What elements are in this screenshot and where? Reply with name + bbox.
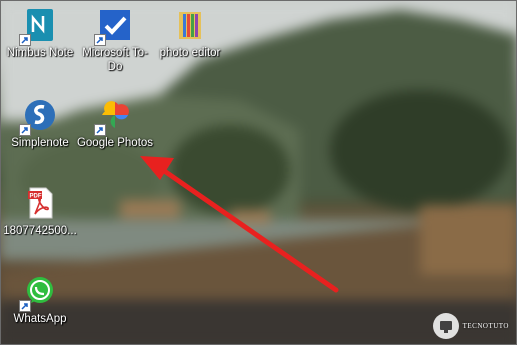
icon-label: Microsoft To-Do [82,47,148,73]
watermark-text: TECNOTUTO [462,322,509,330]
desktop-icon-photo-editor[interactable]: photo editor [150,8,230,60]
desktop-icon-simplenote[interactable]: Simplenote [0,98,80,150]
shortcut-arrow-icon [19,300,31,312]
icon-label: Simplenote [11,137,69,149]
icon-label: Google Photos [76,137,154,149]
icon-label: photo editor [159,47,221,59]
desktop-icon-google-photos[interactable]: Google Photos [75,98,155,150]
desktop-icon-whatsapp[interactable]: WhatsApp [0,274,80,326]
simplenote-icon [19,98,57,136]
shortcut-arrow-icon [19,34,31,46]
shortcut-arrow-icon [94,34,106,46]
google-photos-icon [94,98,132,136]
nimbus-note-icon [19,8,57,46]
icon-label: 1807742500... [3,225,77,237]
pdf-file-icon: PDF [23,186,57,220]
desktop-icon-microsoft-todo[interactable]: Microsoft To-Do [75,8,155,74]
icon-label: Nimbus Note [6,47,74,59]
microsoft-todo-icon [94,8,132,46]
desktop-icon-pdf-file[interactable]: PDF 1807742500... [0,186,80,238]
icon-label: WhatsApp [13,313,67,325]
whatsapp-icon [19,274,57,312]
desktop-icon-nimbus-note[interactable]: Nimbus Note [0,8,80,60]
photo-editor-icon [173,8,207,42]
watermark-logo-icon [432,313,459,339]
watermark: TECNOTUTO [432,313,509,339]
shortcut-arrow-icon [94,124,106,136]
shortcut-arrow-icon [19,124,31,136]
